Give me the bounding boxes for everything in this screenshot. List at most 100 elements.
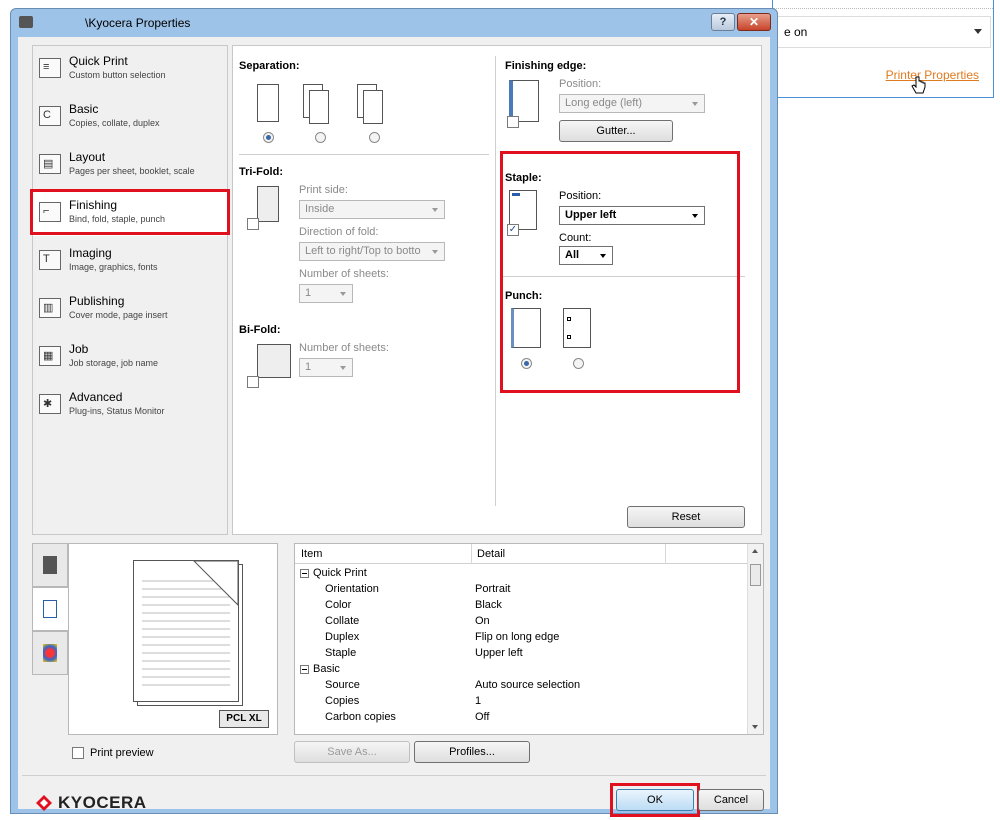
reset-button[interactable]: Reset (627, 506, 745, 528)
table-scrollbar[interactable] (747, 544, 763, 734)
divider (471, 544, 472, 564)
bifold-image (257, 344, 291, 378)
bifold-sheets-label: Number of sheets: (299, 342, 389, 354)
divider (495, 56, 496, 506)
collapse-icon[interactable] (300, 665, 309, 674)
nav-sublabel: Copies, collate, duplex (69, 118, 160, 128)
bifold-sheets-select[interactable]: 1 (299, 358, 353, 377)
nav-label: Advanced (69, 390, 123, 404)
separation-radio-none[interactable] (263, 132, 274, 143)
table-row[interactable]: Source Auto source selection (295, 678, 747, 694)
scroll-up-icon[interactable] (752, 549, 758, 553)
table-row[interactable]: Carbon copies Off (295, 710, 747, 726)
scroll-thumb[interactable] (750, 564, 761, 586)
ok-highlight (610, 783, 700, 817)
nav-label: Basic (69, 102, 99, 116)
column-header-detail[interactable]: Detail (477, 548, 505, 560)
separation-option-job-image-2 (363, 90, 383, 124)
nav-sublabel: Cover mode, page insert (69, 310, 168, 320)
nav-item-layout[interactable]: ▤ Layout Pages per sheet, booklet, scale (33, 144, 227, 188)
table-cell-item: Collate (325, 615, 360, 627)
table-row[interactable]: Copies 1 (295, 694, 747, 710)
collapse-icon[interactable] (300, 569, 309, 578)
gutter-button[interactable]: Gutter... (559, 120, 673, 142)
table-row[interactable]: Orientation Portrait (295, 582, 747, 598)
trifold-checkbox[interactable] (247, 218, 259, 230)
pcl-xl-badge: PCL XL (219, 710, 269, 728)
table-cell-item: Quick Print (313, 567, 367, 579)
trifold-image (257, 186, 279, 222)
preview-page (133, 560, 239, 702)
hand-cursor-icon (911, 76, 926, 94)
dialog-client-area: ≡ Quick Print Custom button selection C … (18, 37, 770, 817)
printer-properties-link[interactable]: Printer Properties (886, 68, 979, 82)
select-value: 1 (305, 287, 312, 299)
cancel-button[interactable]: Cancel (698, 789, 764, 811)
bifold-checkbox[interactable] (247, 376, 259, 388)
scroll-down-icon[interactable] (752, 725, 758, 729)
separation-radio-job[interactable] (369, 132, 380, 143)
separation-option-none-image[interactable] (257, 84, 279, 122)
table-row[interactable]: Collate On (295, 614, 747, 630)
finishing-highlight (30, 189, 230, 235)
divider (773, 8, 993, 9)
table-row-group[interactable]: Quick Print (295, 566, 747, 582)
imaging-icon: T (39, 250, 61, 270)
nav-label: Job (69, 342, 89, 356)
printer-dropdown[interactable]: e on (773, 16, 991, 48)
save-as-button[interactable]: Save As... (294, 741, 410, 763)
table-cell-detail: Flip on long edge (475, 631, 560, 643)
nav-item-job[interactable]: ▦ Job Job storage, job name (33, 336, 227, 380)
nav-sublabel: Custom button selection (69, 70, 166, 80)
divider (239, 154, 489, 155)
finishing-edge-position-select[interactable]: Long edge (left) (559, 94, 705, 113)
tab-document[interactable] (32, 587, 68, 631)
nav-sublabel: Pages per sheet, booklet, scale (69, 166, 195, 176)
printer-dropdown-text: e on (784, 25, 808, 39)
document-icon (43, 600, 57, 618)
table-cell-item: Color (325, 599, 352, 611)
title-bar: \Kyocera Properties ? ✕ (11, 9, 777, 37)
table-cell-detail: Portrait (475, 583, 511, 595)
nav-item-publishing[interactable]: ▥ Publishing Cover mode, page insert (33, 288, 227, 332)
table-cell-detail: Black (475, 599, 502, 611)
table-row[interactable]: Staple Upper left (295, 646, 747, 662)
table-header: Item Detail (295, 544, 747, 564)
table-row-group[interactable]: Basic (295, 662, 747, 678)
finishing-edge-checkbox[interactable] (507, 116, 519, 128)
trifold-sheets-select[interactable]: 1 (299, 284, 353, 303)
select-value: Left to right/Top to botto (305, 245, 421, 257)
trifold-print-side-select[interactable]: Inside (299, 200, 445, 219)
nav-item-basic[interactable]: C Basic Copies, collate, duplex (33, 96, 227, 140)
column-header-item[interactable]: Item (301, 548, 322, 560)
table-cell-detail: 1 (475, 695, 482, 707)
tab-color[interactable] (32, 631, 68, 675)
nav-label: Layout (69, 150, 106, 164)
separation-radio-offset[interactable] (315, 132, 326, 143)
trifold-title: Tri-Fold: (239, 166, 283, 178)
close-button[interactable]: ✕ (737, 13, 771, 31)
table-cell-item: Source (325, 679, 360, 691)
trifold-direction-label: Direction of fold: (299, 226, 379, 238)
table-cell-detail: Off (475, 711, 490, 723)
table-cell-item: Duplex (325, 631, 360, 643)
job-icon: ▦ (39, 346, 61, 366)
nav-item-quick-print[interactable]: ≡ Quick Print Custom button selection (33, 48, 227, 92)
print-preview-checkbox[interactable] (72, 747, 84, 759)
table-row[interactable]: Duplex Flip on long edge (295, 630, 747, 646)
basic-icon: C (39, 106, 61, 126)
chevron-down-icon (692, 102, 698, 106)
trifold-direction-select[interactable]: Left to right/Top to botto (299, 242, 445, 261)
table-cell-detail: Auto source selection (475, 679, 581, 691)
nav-item-advanced[interactable]: ✱ Advanced Plug-ins, Status Monitor (33, 384, 227, 428)
tab-printer[interactable] (32, 543, 68, 587)
help-button[interactable]: ? (711, 13, 735, 31)
chevron-down-icon (432, 250, 438, 254)
nav-label: Quick Print (69, 54, 128, 68)
staple-punch-highlight (500, 151, 740, 393)
preview-tabs (32, 543, 68, 683)
profiles-button[interactable]: Profiles... (414, 741, 530, 763)
nav-item-imaging[interactable]: T Imaging Image, graphics, fonts (33, 240, 227, 284)
nav-label: Imaging (69, 246, 112, 260)
table-row[interactable]: Color Black (295, 598, 747, 614)
